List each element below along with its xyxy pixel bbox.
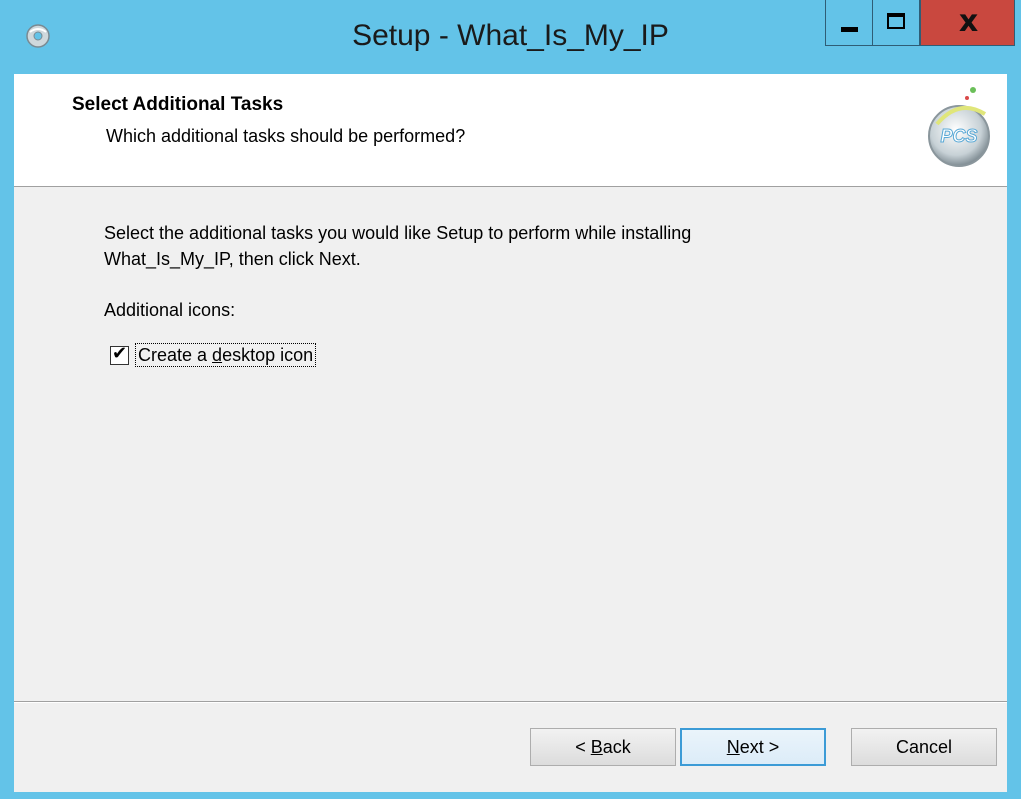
task-create-desktop-icon[interactable]: ✔ Create a desktop icon — [110, 342, 317, 368]
close-icon: x — [958, 4, 979, 39]
desktop-icon-checkbox-label[interactable]: Create a desktop icon — [135, 343, 317, 367]
maximize-button[interactable] — [872, 0, 920, 46]
logo-text: PCS — [940, 126, 977, 146]
pcs-logo-icon: PCS — [928, 87, 990, 167]
additional-icons-label: Additional icons: — [104, 300, 236, 320]
checkmark-icon: ✔ — [112, 342, 128, 364]
instruction-text: Select the additional tasks you would li… — [104, 220, 864, 272]
back-button[interactable]: < Back — [530, 728, 676, 766]
wizard-header: Select Additional Tasks Which additional… — [14, 74, 1007, 187]
cancel-button[interactable]: Cancel — [851, 728, 997, 766]
close-button[interactable]: x — [920, 0, 1015, 46]
desktop-icon-checkbox[interactable]: ✔ — [110, 342, 129, 365]
page-title: Select Additional Tasks — [72, 94, 284, 115]
next-button[interactable]: Next > — [680, 728, 826, 766]
title-bar[interactable]: Setup - What_Is_My_IP x — [0, 0, 1021, 74]
maximize-icon — [887, 13, 905, 29]
minimize-button[interactable] — [825, 0, 873, 46]
page-subtitle: Which additional tasks should be perform… — [106, 126, 466, 146]
footer-separator — [14, 701, 1007, 703]
instruction-line-1: Select the additional tasks you would li… — [104, 223, 692, 243]
wizard-client-area: Select Additional Tasks Which additional… — [14, 74, 1007, 792]
setup-window: Setup - What_Is_My_IP x Select Additiona… — [0, 0, 1021, 799]
instruction-line-2: What_Is_My_IP, then click Next. — [104, 249, 361, 269]
minimize-icon — [841, 27, 858, 32]
